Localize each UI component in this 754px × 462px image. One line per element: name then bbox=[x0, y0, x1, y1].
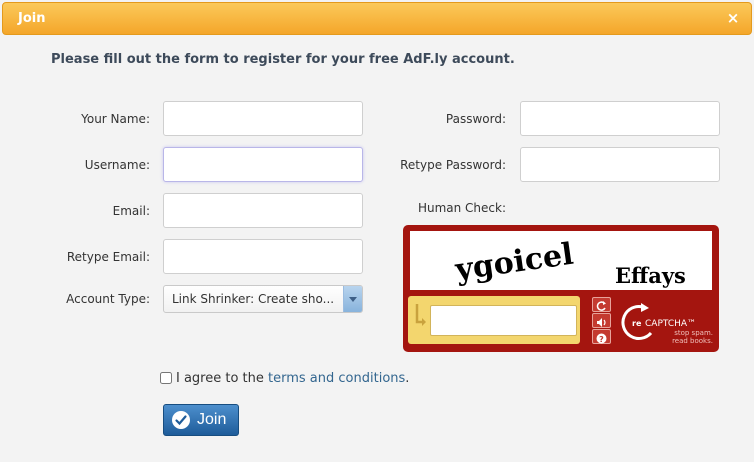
terms-agreement: I agree to the terms and conditions. bbox=[160, 371, 409, 386]
arrow-right-icon bbox=[415, 304, 426, 326]
svg-text:?: ? bbox=[599, 335, 604, 344]
terms-prefix: I agree to the bbox=[176, 371, 264, 386]
username-input[interactable] bbox=[163, 147, 363, 182]
retype-email-input[interactable] bbox=[163, 239, 363, 274]
password-input[interactable] bbox=[520, 101, 720, 136]
recaptcha-logo: re CAPTCHA™ stop spam. read books. bbox=[621, 303, 713, 345]
dialog-titlebar: Join × bbox=[2, 2, 752, 35]
join-label: Join bbox=[197, 411, 227, 428]
chevron-down-icon[interactable] bbox=[343, 286, 362, 312]
terms-suffix: . bbox=[405, 371, 410, 386]
audio-icon[interactable] bbox=[592, 313, 611, 328]
account-type-label: Account Type: bbox=[66, 292, 150, 306]
username-label: Username: bbox=[84, 158, 150, 172]
email-label: Email: bbox=[112, 204, 150, 218]
name-input[interactable] bbox=[163, 101, 363, 136]
intro-text: Please fill out the form to register for… bbox=[51, 52, 515, 67]
refresh-icon[interactable] bbox=[592, 297, 611, 312]
join-button[interactable]: Join bbox=[163, 404, 239, 436]
name-label: Your Name: bbox=[81, 112, 150, 126]
retype-password-label: Retype Password: bbox=[400, 158, 506, 172]
password-label: Password: bbox=[445, 112, 506, 126]
terms-checkbox[interactable] bbox=[160, 372, 172, 384]
recaptcha-name: CAPTCHA™ bbox=[645, 319, 696, 329]
human-check-label: Human Check: bbox=[417, 201, 506, 215]
captcha-word-2: Effays bbox=[615, 263, 686, 288]
recaptcha-widget: ygoicel Effays ? re CAPTCHA™ stop spam. … bbox=[403, 225, 719, 352]
retype-password-input[interactable] bbox=[520, 147, 720, 182]
account-type-value: Link Shrinker: Create sho... bbox=[172, 292, 335, 306]
account-type-select[interactable]: Link Shrinker: Create sho... bbox=[163, 285, 363, 313]
help-icon[interactable]: ? bbox=[592, 329, 611, 344]
recaptcha-tagline-1: stop spam. bbox=[674, 329, 713, 337]
dialog-title: Join bbox=[18, 11, 46, 26]
captcha-word-1: ygoicel bbox=[452, 237, 575, 288]
retype-email-label: Retype Email: bbox=[66, 250, 150, 264]
recaptcha-re: re bbox=[632, 319, 642, 328]
captcha-response-input[interactable] bbox=[430, 305, 577, 336]
captcha-distorted-text: ygoicel Effays bbox=[452, 237, 686, 288]
captcha-answer-area bbox=[408, 296, 580, 344]
close-icon[interactable]: × bbox=[724, 8, 742, 28]
checkmark-icon bbox=[172, 411, 190, 429]
captcha-image: ygoicel Effays bbox=[410, 231, 712, 290]
terms-link[interactable]: terms and conditions bbox=[268, 371, 405, 386]
recaptcha-tagline-2: read books. bbox=[672, 337, 713, 345]
email-input[interactable] bbox=[163, 193, 363, 228]
